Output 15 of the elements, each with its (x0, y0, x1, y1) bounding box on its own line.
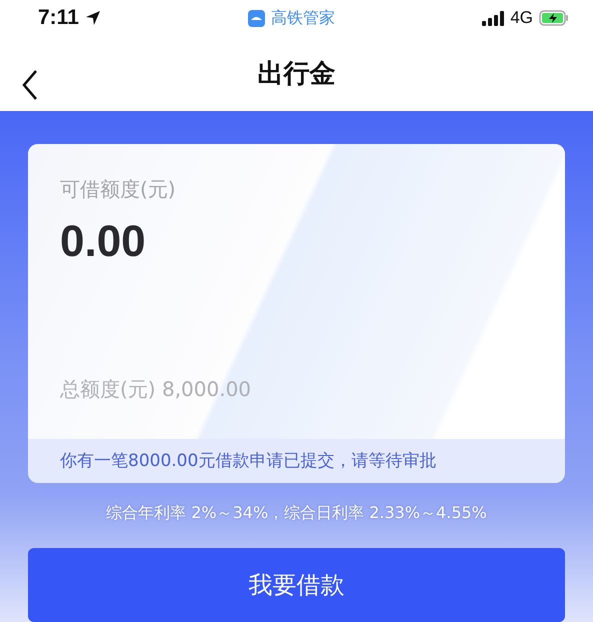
interest-rates: 综合年利率 2%～34%，综合日利率 2.33%～4.55% (105, 503, 488, 524)
signal-icon (482, 10, 504, 26)
location-arrow-icon (84, 10, 101, 26)
application-notice: 你有一笔8000.00元借款申请已提交，请等待审批 (59, 450, 438, 473)
borrow-button[interactable]: 我要借款 (28, 548, 565, 622)
app-name: 高铁管家 (271, 8, 336, 29)
page-title: 出行金 (258, 58, 336, 92)
available-label: 可借额度(元) (60, 176, 177, 203)
total-limit: 总额度(元) 8,000.00 (60, 376, 252, 403)
battery-charging-icon (539, 10, 569, 26)
status-time: 7:11 (38, 6, 79, 30)
available-amount: 0.00 (60, 217, 147, 267)
back-icon[interactable] (22, 70, 38, 100)
network-type: 4G (510, 8, 533, 28)
train-app-icon (248, 10, 266, 27)
